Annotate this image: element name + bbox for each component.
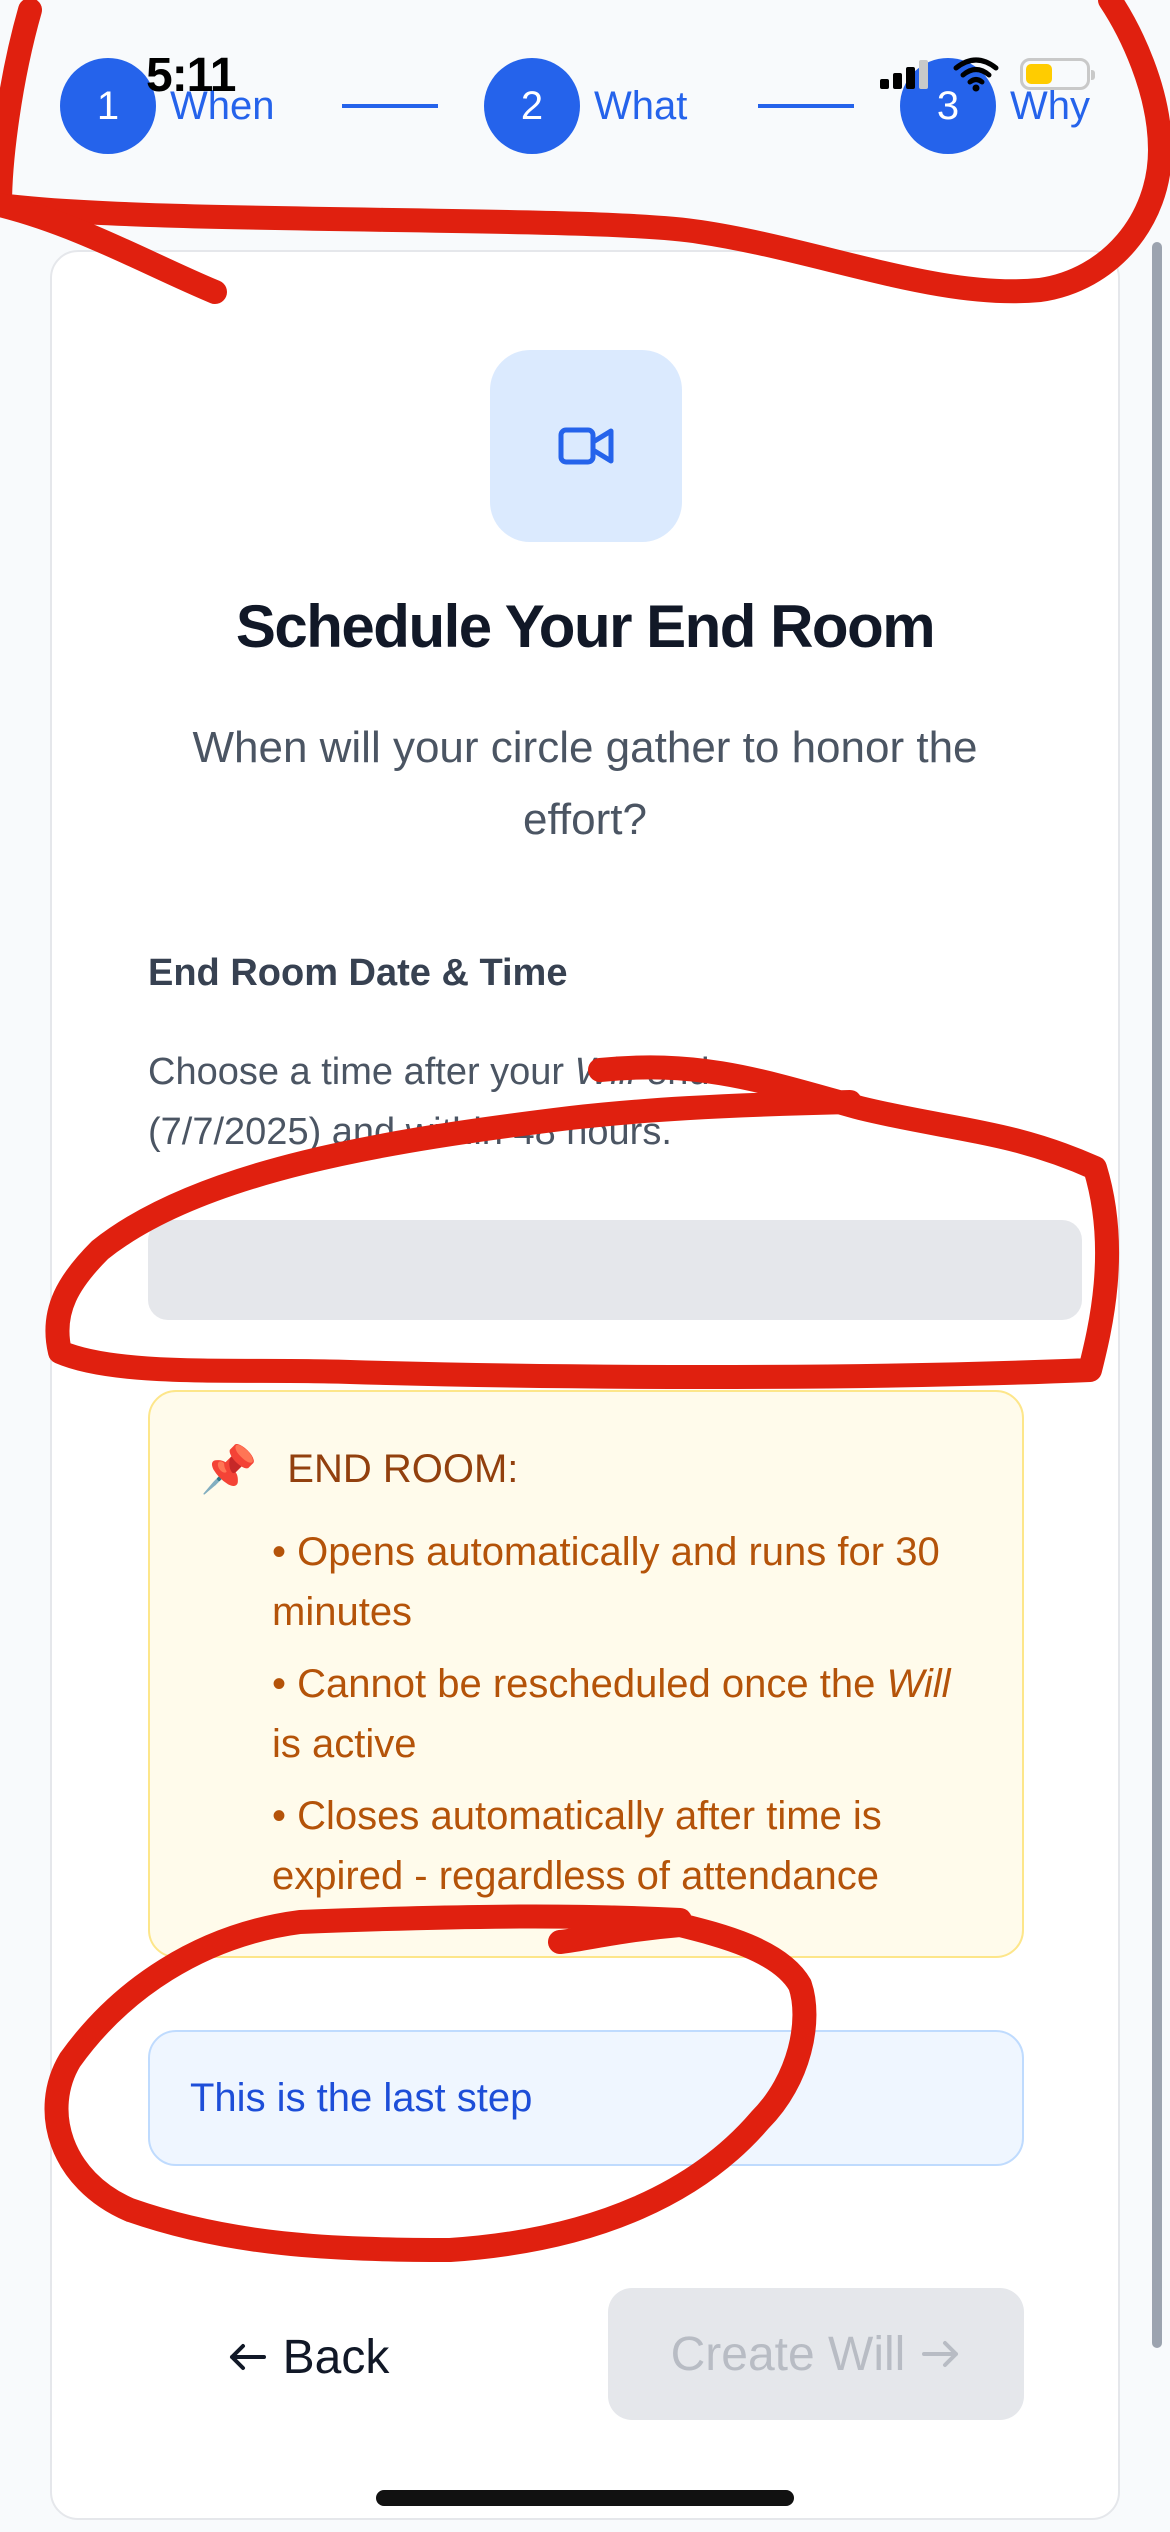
last-step-notice: This is the last step <box>148 2030 1024 2166</box>
step-what[interactable]: 2 What <box>484 58 687 154</box>
create-label: Create Will <box>670 2327 906 2381</box>
back-label: Back <box>282 2330 390 2384</box>
page-subtitle: When will your circle gather to honor th… <box>192 723 978 844</box>
step-connector <box>758 104 854 108</box>
end-room-info: 📌 END ROOM: • Opens automatically and ru… <box>148 1390 1024 1958</box>
step-connector <box>342 104 438 108</box>
video-icon <box>558 427 614 465</box>
info-item: • Closes automatically after time is exp… <box>272 1794 882 1898</box>
datetime-input[interactable] <box>148 1220 1082 1320</box>
signal-icon <box>880 60 928 89</box>
info-item: • Opens automatically and runs for 30 mi… <box>272 1530 940 1634</box>
scrollbar[interactable] <box>1152 242 1162 2348</box>
battery-level <box>1026 64 1053 84</box>
status-icons <box>878 56 1095 92</box>
field-label: End Room Date & Time <box>148 952 568 994</box>
pushpin-icon: 📌 <box>200 1443 258 1495</box>
create-will-button[interactable]: Create Will <box>608 2288 1024 2420</box>
status-time: 5:11 <box>146 49 236 102</box>
info-item: • Cannot be rescheduled once the Will is… <box>272 1654 972 1774</box>
back-button[interactable]: Back <box>148 2292 468 2422</box>
home-indicator[interactable] <box>376 2490 794 2506</box>
info-item-suffix: is active <box>272 1722 417 1766</box>
step-number: 2 <box>484 58 580 154</box>
field-help-prefix: Choose a time after your <box>148 1051 575 1093</box>
arrow-left-icon <box>229 2344 266 2370</box>
info-item-italic: Will <box>886 1662 951 1706</box>
step-label: What <box>594 83 688 128</box>
icon-tile <box>490 350 682 542</box>
field-help-italic: Will <box>574 1051 636 1093</box>
info-header: 📌 END ROOM: <box>200 1446 518 1492</box>
step-number: 1 <box>60 58 156 154</box>
battery-icon <box>1020 58 1095 90</box>
arrow-right-icon <box>922 2341 959 2367</box>
schedule-card: Schedule Your End Room When will your ci… <box>50 250 1120 2520</box>
page-title: Schedule Your End Room <box>235 593 936 660</box>
info-list: • Opens automatically and runs for 30 mi… <box>272 1522 972 1918</box>
info-title: END ROOM: <box>287 1446 519 1491</box>
wifi-icon <box>953 57 999 92</box>
info-item-prefix: • Cannot be rescheduled once the <box>272 1662 887 1706</box>
field-help: Choose a time after your Will ends (7/7/… <box>148 1042 908 1162</box>
